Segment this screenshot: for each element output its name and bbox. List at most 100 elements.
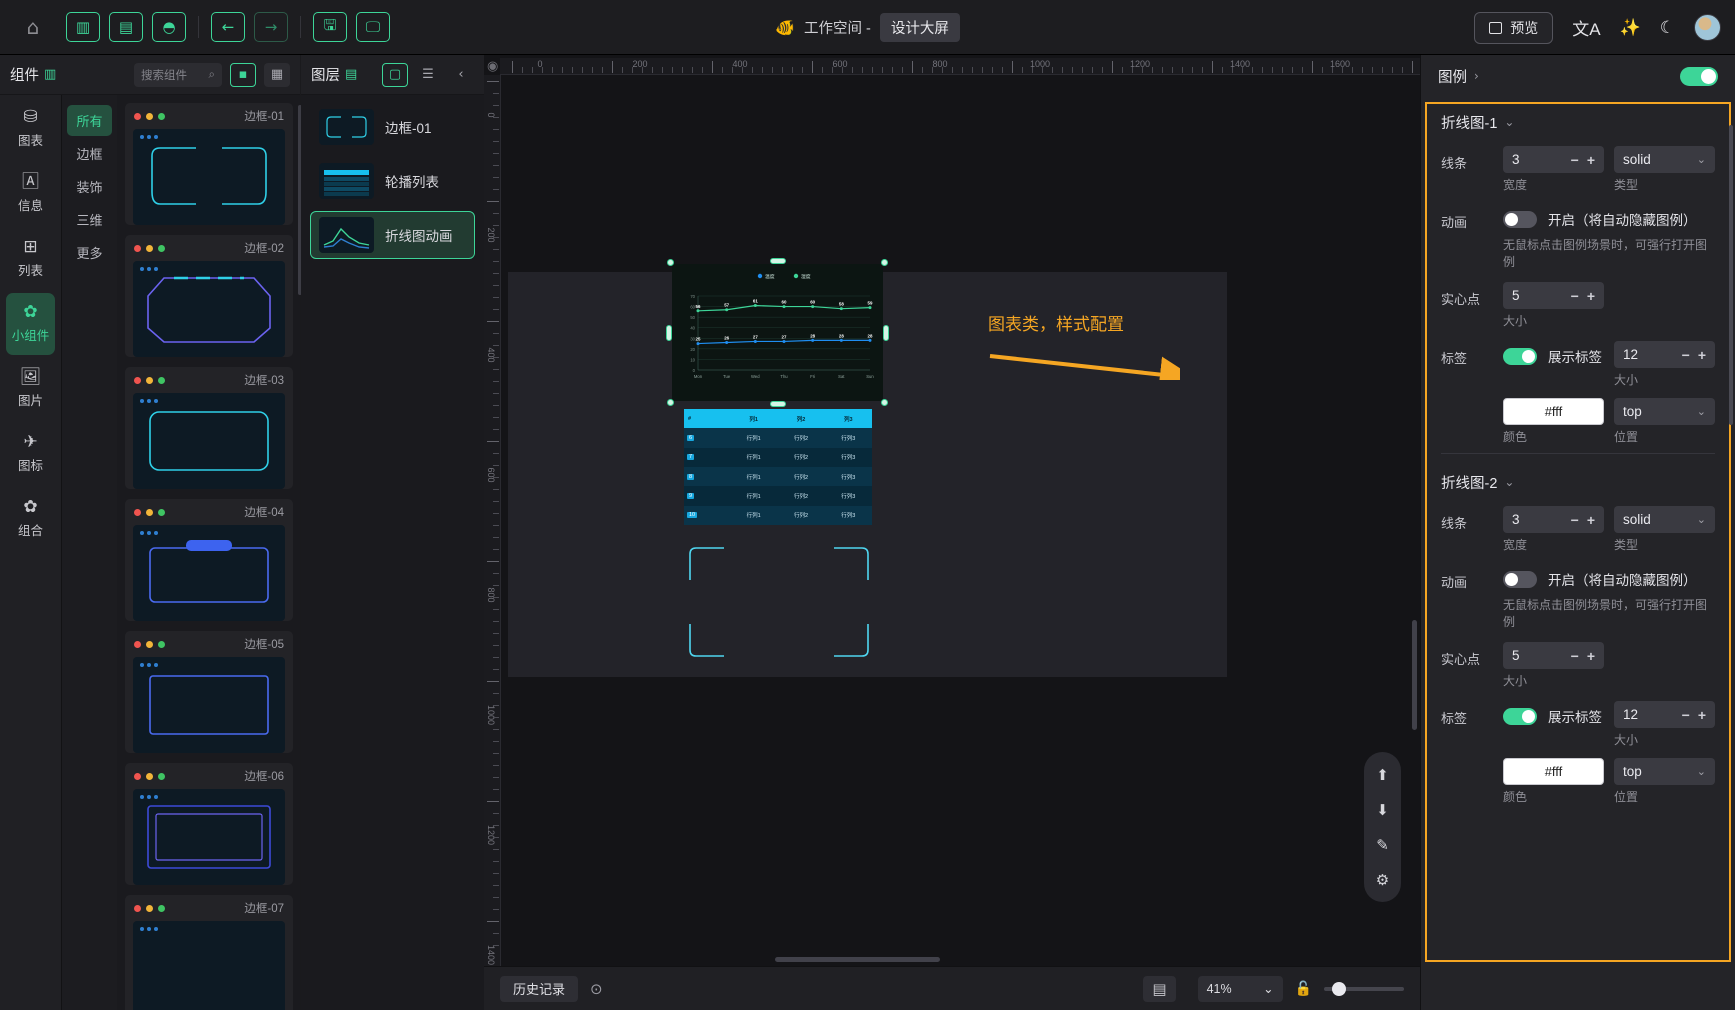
magic-wand-icon[interactable]: ✨ bbox=[1620, 18, 1641, 38]
download-button[interactable]: ⬇ bbox=[1367, 794, 1398, 825]
plus-icon[interactable]: + bbox=[1587, 152, 1595, 168]
resize-handle-ml[interactable] bbox=[666, 325, 672, 341]
label-color-input[interactable]: #fff bbox=[1503, 398, 1604, 425]
rail-item-3[interactable]: ✿ 小组件 bbox=[6, 293, 55, 355]
widget-line-chart[interactable]: 0 10 20 30 40 50 60 70 Mon Tue Wed Thu Fri Sat Sun 56 57… bbox=[666, 258, 889, 407]
animation-toggle[interactable] bbox=[1503, 210, 1537, 228]
minus-icon[interactable]: − bbox=[1571, 152, 1579, 168]
layer-item-2[interactable]: 折线图动画 bbox=[310, 211, 475, 259]
category-1[interactable]: 边框 bbox=[67, 138, 112, 169]
resize-handle-tl[interactable] bbox=[667, 259, 674, 266]
layer-item-0[interactable]: 边框-01 bbox=[310, 103, 475, 151]
label-size-stepper[interactable]: 12 − + bbox=[1614, 701, 1715, 728]
label-position-select[interactable]: top ⌄ bbox=[1614, 398, 1715, 425]
card-view-button[interactable]: ▪ bbox=[230, 62, 256, 87]
layer-item-1[interactable]: 轮播列表 bbox=[310, 157, 475, 205]
minus-icon[interactable]: − bbox=[1571, 648, 1579, 664]
rail-item-1[interactable]: 🄰 信息 bbox=[6, 163, 55, 225]
canvas-vertical-scrollbar[interactable] bbox=[1412, 620, 1417, 730]
component-card[interactable]: 边框-02 bbox=[125, 235, 293, 357]
plus-icon[interactable]: + bbox=[1698, 347, 1706, 363]
label-toggle[interactable] bbox=[1503, 707, 1537, 725]
point-size-stepper[interactable]: 5 − + bbox=[1503, 282, 1604, 309]
group-header[interactable]: 折线图-1 ⌄ bbox=[1427, 104, 1729, 140]
component-card[interactable]: 边框-03 bbox=[125, 367, 293, 489]
line-width-stepper[interactable]: 3 − + bbox=[1503, 146, 1604, 173]
plus-icon[interactable]: + bbox=[1587, 512, 1595, 528]
rail-item-0[interactable]: ⛁ 图表 bbox=[6, 98, 55, 160]
resize-handle-bc[interactable] bbox=[770, 401, 786, 407]
grid-view-button[interactable]: ▦ bbox=[264, 62, 290, 87]
minus-icon[interactable]: − bbox=[1571, 288, 1579, 304]
collapse-panel-button[interactable]: ‹ bbox=[448, 63, 474, 87]
resize-handle-tc[interactable] bbox=[770, 258, 786, 264]
search-input[interactable]: 搜索组件 ⌕ bbox=[134, 62, 222, 87]
help-icon[interactable]: ⊙ bbox=[590, 980, 603, 998]
rail-item-2[interactable]: ⊞ 列表 bbox=[6, 228, 55, 290]
component-card[interactable]: 边框-07 bbox=[125, 895, 293, 1010]
plus-icon[interactable]: + bbox=[1587, 648, 1595, 664]
zoom-slider[interactable] bbox=[1324, 981, 1404, 996]
component-card[interactable]: 边框-06 bbox=[125, 763, 293, 885]
widget-frame[interactable] bbox=[688, 546, 870, 658]
resize-handle-bl[interactable] bbox=[667, 399, 674, 406]
history-button[interactable]: 历史记录 bbox=[500, 975, 579, 1002]
label-position-select[interactable]: top ⌄ bbox=[1614, 758, 1715, 785]
legend-toggle[interactable] bbox=[1680, 66, 1718, 86]
resize-handle-br[interactable] bbox=[881, 399, 888, 406]
category-3[interactable]: 三维 bbox=[67, 204, 112, 235]
chart-tool-button[interactable]: ▥ bbox=[66, 12, 100, 42]
category-2[interactable]: 装饰 bbox=[67, 171, 112, 202]
eye-icon[interactable]: ◉ bbox=[487, 58, 498, 74]
layers-tool-button[interactable]: ▤ bbox=[109, 12, 143, 42]
component-card[interactable]: 边框-01 bbox=[125, 103, 293, 225]
component-card[interactable]: 边框-05 bbox=[125, 631, 293, 753]
plus-icon[interactable]: + bbox=[1698, 707, 1706, 723]
category-0[interactable]: 所有 bbox=[67, 105, 112, 136]
list-view-button[interactable]: ☰ bbox=[415, 63, 441, 87]
minus-icon[interactable]: − bbox=[1682, 347, 1690, 363]
label-toggle[interactable] bbox=[1503, 347, 1537, 365]
upload-button[interactable]: ⬆ bbox=[1367, 759, 1398, 790]
theme-tool-button[interactable]: ◓ bbox=[152, 12, 186, 42]
rail-item-4[interactable]: 🖼 图片 bbox=[6, 358, 55, 420]
animation-toggle[interactable] bbox=[1503, 570, 1537, 588]
panel-icon[interactable]: ▤ bbox=[1143, 975, 1176, 1002]
resize-handle-mr[interactable] bbox=[883, 325, 889, 341]
home-icon[interactable]: ⌂ bbox=[0, 15, 66, 39]
label-color-input[interactable]: #fff bbox=[1503, 758, 1604, 785]
settings-scrollbar[interactable] bbox=[1729, 125, 1733, 425]
save-button[interactable]: 🖫 bbox=[313, 12, 347, 42]
undo-button[interactable]: ← bbox=[211, 12, 245, 42]
canvas-horizontal-scrollbar[interactable] bbox=[775, 957, 940, 962]
category-4[interactable]: 更多 bbox=[67, 237, 112, 268]
zoom-slider-knob[interactable] bbox=[1332, 981, 1346, 996]
resize-handle-tr[interactable] bbox=[881, 259, 888, 266]
layout-button[interactable]: 🖵 bbox=[356, 12, 390, 42]
preview-button[interactable]: 预览 bbox=[1474, 11, 1554, 44]
settings-button[interactable]: ⚙ bbox=[1367, 864, 1398, 895]
group-header[interactable]: 折线图-2 ⌄ bbox=[1427, 464, 1729, 500]
legend-section-header[interactable]: 图例 › bbox=[1421, 55, 1735, 97]
avatar[interactable] bbox=[1694, 14, 1721, 41]
label-size-stepper[interactable]: 12 − + bbox=[1614, 341, 1715, 368]
widget-table[interactable]: # 列1 列2 列3 6 行列1 行列2 行列3 7 行列1 行列2 行列3 8 行列1 行列2 行列3 9 行列… bbox=[684, 409, 872, 525]
line-type-select[interactable]: solid ⌄ bbox=[1614, 506, 1715, 533]
plus-icon[interactable]: + bbox=[1587, 288, 1595, 304]
zoom-select[interactable]: 41% ⌄ bbox=[1197, 975, 1283, 1002]
component-card[interactable]: 边框-04 bbox=[125, 499, 293, 621]
canvas-view-button[interactable]: ▢ bbox=[382, 62, 408, 87]
lock-icon[interactable]: 🔓 bbox=[1295, 981, 1312, 997]
minus-icon[interactable]: − bbox=[1682, 707, 1690, 723]
moon-icon[interactable]: ☾ bbox=[1660, 18, 1675, 38]
translate-icon[interactable]: 文A bbox=[1572, 15, 1600, 40]
edit-button[interactable]: ✎ bbox=[1367, 829, 1398, 860]
point-size-stepper[interactable]: 5 − + bbox=[1503, 642, 1604, 669]
line-type-select[interactable]: solid ⌄ bbox=[1614, 146, 1715, 173]
rail-item-5[interactable]: ✈ 图标 bbox=[6, 423, 55, 485]
redo-button[interactable]: → bbox=[254, 12, 288, 42]
project-name-chip[interactable]: 设计大屏 bbox=[879, 13, 960, 42]
minus-icon[interactable]: − bbox=[1571, 512, 1579, 528]
line-width-stepper[interactable]: 3 − + bbox=[1503, 506, 1604, 533]
rail-item-6[interactable]: ✿ 组合 bbox=[6, 488, 55, 550]
